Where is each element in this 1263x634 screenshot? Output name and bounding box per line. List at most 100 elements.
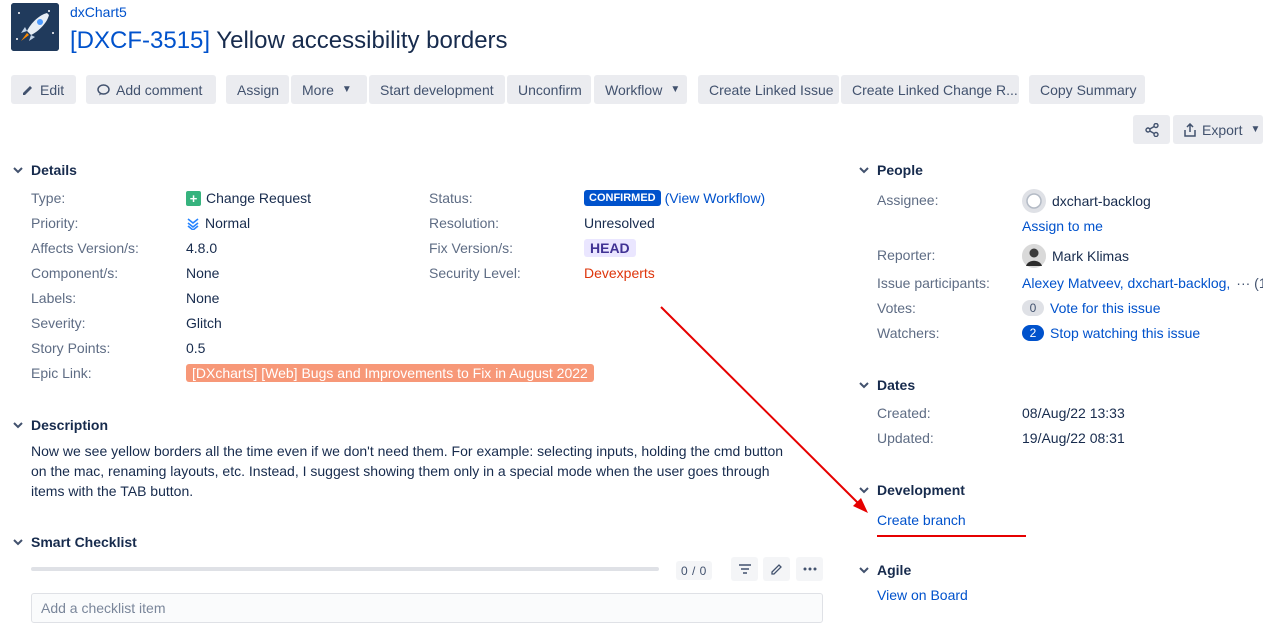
participants-list[interactable]: Alexey Matveev, dxchart-backlog, (1022, 275, 1230, 291)
reporter-value[interactable]: Mark Klimas (1022, 244, 1129, 268)
smart-checklist-section-toggle[interactable]: Smart Checklist (11, 534, 137, 550)
description-section-toggle[interactable]: Description (11, 417, 108, 433)
pencil-icon (770, 564, 782, 575)
created-value: 08/Aug/22 13:33 (1022, 405, 1125, 421)
story-points-value[interactable]: 0.5 (186, 340, 205, 356)
smart-checklist-heading: Smart Checklist (31, 534, 137, 550)
user-photo-icon (1022, 244, 1046, 268)
assignee-name: dxchart-backlog (1052, 193, 1151, 209)
more-dots-icon (803, 567, 816, 571)
create-linked-change-request-button[interactable]: Create Linked Change R... (841, 75, 1019, 104)
chevron-down-icon (857, 563, 871, 577)
page-title: [DXCF-3515] Yellow accessibility borders (70, 27, 508, 55)
assignee-value[interactable]: dxchart-backlog (1022, 189, 1151, 213)
updated-value: 19/Aug/22 08:31 (1022, 430, 1125, 446)
fix-versions-label: Fix Version/s: (429, 240, 514, 256)
updated-label: Updated: (877, 430, 934, 446)
chevron-down-icon (857, 483, 871, 497)
epic-link-value: [DXcharts] [Web] Bugs and Improvements t… (186, 364, 594, 382)
dates-heading: Dates (877, 377, 916, 393)
fix-version-badge[interactable]: HEAD (584, 239, 636, 257)
project-avatar[interactable] (11, 3, 59, 51)
priority-text: Normal (205, 215, 251, 231)
agile-section-toggle[interactable]: Agile (857, 562, 911, 578)
watchers-count-badge[interactable]: 2 (1022, 325, 1044, 341)
fix-versions-value: HEAD (584, 239, 636, 257)
issue-key[interactable]: [DXCF-3515] (70, 27, 210, 54)
chevron-down-icon: ▼ (670, 84, 681, 95)
dates-section-toggle[interactable]: Dates (857, 377, 915, 393)
chevron-down-icon (11, 163, 25, 177)
edit-button[interactable]: Edit (11, 75, 76, 104)
checklist-count: 0 / 0 (676, 561, 712, 580)
issue-participants-value: Alexey Matveev, dxchart-backlog, ··· (1) (1022, 275, 1263, 291)
unconfirm-button[interactable]: Unconfirm (507, 75, 591, 104)
vote-for-issue-link[interactable]: Vote for this issue (1050, 300, 1161, 316)
create-linked-issue-button[interactable]: Create Linked Issue (698, 75, 839, 104)
description-text[interactable]: Now we see yellow borders all the time e… (31, 441, 791, 501)
type-text: Change Request (206, 190, 312, 206)
export-button[interactable]: Export ▼ (1173, 115, 1263, 144)
reporter-name: Mark Klimas (1052, 248, 1130, 264)
chevron-down-icon (11, 418, 25, 432)
development-section-toggle[interactable]: Development (857, 482, 965, 498)
assignee-label: Assignee: (877, 192, 939, 208)
view-workflow-link[interactable]: (View Workflow) (665, 190, 766, 206)
status-value: CONFIRMED (View Workflow) (584, 190, 765, 206)
reporter-label: Reporter: (877, 247, 936, 263)
agile-heading: Agile (877, 562, 912, 578)
copy-summary-button[interactable]: Copy Summary (1029, 75, 1145, 104)
pencil-icon (22, 84, 34, 96)
type-value: + Change Request (186, 190, 311, 206)
issue-summary[interactable]: Yellow accessibility borders (216, 27, 507, 54)
watchers-label: Watchers: (877, 325, 940, 341)
checklist-progress-bar (31, 567, 659, 571)
status-label: Status: (429, 190, 473, 206)
epic-link-label: Epic Link: (31, 365, 92, 381)
project-name[interactable]: dxChart5 (70, 4, 127, 20)
votes-label: Votes: (877, 300, 916, 316)
story-points-label: Story Points: (31, 340, 111, 356)
people-heading: People (877, 162, 923, 178)
stop-watching-link[interactable]: Stop watching this issue (1050, 325, 1200, 341)
security-level-label: Security Level: (429, 265, 521, 281)
annotation-underline (877, 535, 1026, 537)
participants-more[interactable]: ··· (1) (1236, 275, 1263, 291)
labels-value[interactable]: None (186, 290, 219, 306)
view-on-board-link[interactable]: View on Board (877, 587, 968, 603)
edit-checklist-button[interactable] (763, 557, 790, 581)
create-branch-link[interactable]: Create branch (877, 512, 966, 528)
avatar (1022, 189, 1046, 213)
more-button[interactable]: More ▼ (291, 75, 367, 104)
start-development-button[interactable]: Start development (369, 75, 505, 104)
more-label: More (302, 81, 334, 98)
epic-link-lozenge[interactable]: [DXcharts] [Web] Bugs and Improvements t… (186, 364, 594, 382)
people-section-toggle[interactable]: People (857, 162, 923, 178)
add-checklist-item-input[interactable]: Add a checklist item (31, 593, 823, 623)
checklist-more-button[interactable] (796, 557, 823, 581)
votes-value: 0 Vote for this issue (1022, 300, 1161, 316)
priority-normal-icon (186, 216, 200, 230)
components-value[interactable]: None (186, 265, 219, 281)
security-level-value: Devexperts (584, 265, 655, 281)
export-label: Export (1202, 121, 1243, 138)
details-section-toggle[interactable]: Details (11, 162, 77, 178)
filter-icon (738, 564, 751, 574)
change-request-icon: + (186, 190, 201, 206)
assign-button[interactable]: Assign (226, 75, 289, 104)
filter-button[interactable] (731, 557, 758, 581)
assign-to-me-link[interactable]: Assign to me (1022, 218, 1103, 234)
details-heading: Details (31, 162, 77, 178)
add-comment-button[interactable]: Add comment (86, 75, 216, 104)
affects-versions-value[interactable]: 4.8.0 (186, 240, 217, 256)
severity-label: Severity: (31, 315, 86, 331)
severity-value[interactable]: Glitch (186, 315, 222, 331)
workflow-button[interactable]: Workflow ▼ (594, 75, 687, 104)
priority-label: Priority: (31, 215, 79, 231)
resolution-value: Unresolved (584, 215, 655, 231)
default-avatar-icon (1026, 193, 1042, 209)
development-heading: Development (877, 482, 965, 498)
share-button[interactable] (1133, 115, 1170, 144)
rocket-icon (11, 3, 59, 51)
add-comment-label: Add comment (116, 81, 203, 98)
